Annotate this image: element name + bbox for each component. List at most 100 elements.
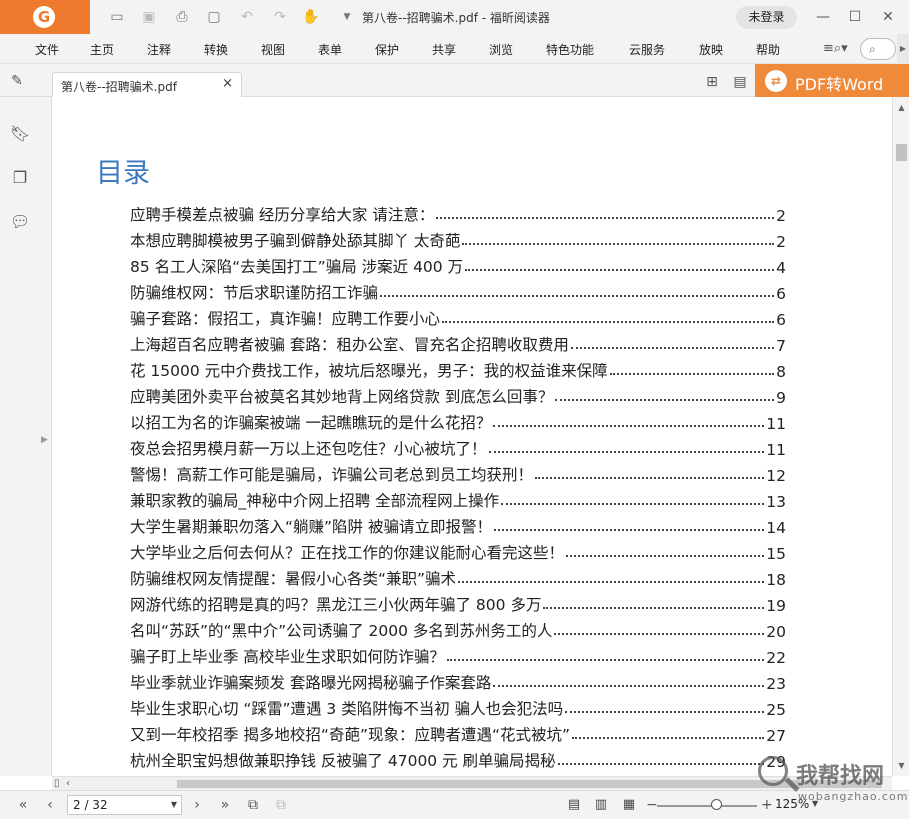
toc-entry[interactable]: 应聘手模差点被骗 经历分享给大家 请注意： 2: [130, 199, 786, 225]
menu-slideshow[interactable]: 放映: [699, 41, 723, 58]
facing-view-icon[interactable]: ▦: [620, 796, 638, 814]
toc-entry[interactable]: 本想应聘脚模被男子骗到僻静处舔其脚丫 太奇葩 2: [130, 225, 786, 251]
toc-entry[interactable]: 花 15000 元中介费找工作，被坑后怒曝光，男子：我的权益谁来保障 8: [130, 355, 786, 381]
redo-icon[interactable]: ↷: [271, 8, 289, 26]
continuous-view-icon[interactable]: ▥: [592, 796, 610, 814]
zoom-slider-handle[interactable]: [711, 799, 722, 810]
toc-entry[interactable]: 大学毕业之后何去何从？正在找工作的你建议能耐心看完这些！ 15: [130, 537, 786, 563]
hand-tool-icon[interactable]: ✋: [302, 8, 320, 26]
toc-entry-page: 6: [776, 311, 786, 329]
search-input[interactable]: ⌕: [860, 38, 896, 60]
toc-entry[interactable]: 骗子盯上毕业季 高校毕业生求职如何防诈骗？ 22: [130, 641, 786, 667]
toc-entry[interactable]: 以招工为名的诈骗案被端 一起瞧瞧玩的是什么花招？ 11: [130, 407, 786, 433]
menu-file[interactable]: 文件: [35, 41, 59, 58]
previous-page-icon[interactable]: ‹: [41, 796, 59, 814]
toc-leader-dots: [493, 425, 765, 427]
pages-icon[interactable]: ❐: [10, 167, 30, 189]
toc-entry[interactable]: 网游代练的招聘是真的吗？黑龙江三小伙两年骗了 800 多万 19: [130, 589, 786, 615]
menu-features[interactable]: 特色功能: [546, 41, 594, 58]
close-window-icon[interactable]: ✕: [877, 6, 899, 28]
toc-entry-page: 6: [776, 285, 786, 303]
toc-leader-dots: [555, 399, 775, 401]
toc-entry[interactable]: 名叫“苏跃”的“黑中介”公司诱骗了 2000 多名到苏州务工的人 20: [130, 615, 786, 641]
horizontal-scrollbar[interactable]: ▯ ‹: [52, 776, 892, 790]
comments-icon[interactable]: 💬︎: [10, 211, 30, 233]
menu-help[interactable]: 帮助: [756, 41, 780, 58]
toc-leader-dots: [442, 321, 775, 323]
page-number-field[interactable]: 2 / 32 ▼: [67, 795, 182, 815]
bookmark-icon[interactable]: 🔖︎: [10, 123, 30, 145]
ribbon-scroll-right-icon[interactable]: ▶: [897, 34, 909, 64]
zoom-value[interactable]: 125%: [775, 797, 809, 811]
toc-entry[interactable]: 防骗维权网：节后求职谨防招工诈骗 6: [130, 277, 786, 303]
maximize-icon[interactable]: ☐: [844, 6, 866, 28]
last-page-icon[interactable]: »: [216, 796, 234, 814]
scroll-left-arrow-icon[interactable]: ‹: [66, 777, 70, 790]
zoom-dropdown-icon[interactable]: ▼: [812, 799, 818, 808]
search-options-icon[interactable]: ≡⌕▾: [823, 38, 848, 60]
tab-close-icon[interactable]: ×: [222, 76, 233, 91]
convert-icon: ⇄: [765, 70, 787, 92]
menu-protect[interactable]: 保护: [375, 41, 399, 58]
sidebar-expand-icon[interactable]: ▶: [41, 435, 48, 445]
scroll-left-icon[interactable]: ▯: [54, 777, 60, 790]
vertical-scrollbar[interactable]: ▲ ▼: [892, 97, 909, 776]
previous-view-icon[interactable]: ⧉: [244, 796, 262, 814]
pdf-to-word-button[interactable]: ⇄ PDF转Word: [755, 64, 909, 97]
save-icon[interactable]: ▣: [140, 8, 158, 26]
menu-share[interactable]: 共享: [432, 41, 456, 58]
single-page-view-icon[interactable]: ▤: [565, 796, 583, 814]
zoom-in-icon[interactable]: +: [761, 796, 773, 814]
toc-entry[interactable]: 夜总会招男模月薪一万以上还包吃住？小心被坑了！ 11: [130, 433, 786, 459]
print-icon[interactable]: ⎙: [173, 8, 191, 26]
menu-cloud[interactable]: 云服务: [629, 41, 665, 58]
menu-view[interactable]: 视图: [261, 41, 285, 58]
toc-leader-dots: [462, 243, 775, 245]
toc-entry[interactable]: 杭州全职宝妈想做兼职挣钱 反被骗了 47000 元 刷单骗局揭秘 29: [130, 745, 786, 771]
toc-entry[interactable]: 兼职家教的骗局_神秘中介网上招聘 全部流程网上操作 13: [130, 485, 786, 511]
next-page-icon[interactable]: ›: [188, 796, 206, 814]
zoom-out-icon[interactable]: −: [646, 796, 658, 814]
toc-entry[interactable]: 上海超百名应聘者被骗 套路：租办公室、冒充名企招聘收取费用 7: [130, 329, 786, 355]
toc-entry[interactable]: 防骗维权网友情提醒：暑假小心各类“兼职”骗术 18: [130, 563, 786, 589]
page-dropdown-icon[interactable]: ▼: [171, 796, 177, 814]
open-folder-icon[interactable]: ▭: [108, 8, 126, 26]
toc-leader-dots: [554, 633, 765, 635]
grid-view-icon[interactable]: ⊞: [703, 73, 721, 91]
minimize-icon[interactable]: —: [812, 6, 834, 28]
toc-entry[interactable]: 毕业生求职心切 “踩雷”遭遇 3 类陷阱悔不当初 骗人也会犯法吗 25: [130, 693, 786, 719]
reading-mode-icon[interactable]: ▤: [731, 73, 749, 91]
document-view[interactable]: 目录 应聘手模差点被骗 经历分享给大家 请注意： 2 本想应聘脚模被男子骗到僻静处舔…: [52, 97, 892, 776]
app-logo[interactable]: G: [0, 0, 90, 34]
customize-dropdown-icon[interactable]: ▼: [338, 8, 356, 26]
toc-entry-title: 大学毕业之后何去何从？正在找工作的你建议能耐心看完这些！: [130, 544, 565, 562]
toc-leader-dots: [557, 763, 765, 765]
toc-entry[interactable]: 毕业季就业诈骗案频发 套路曝光网揭秘骗子作案套路 23: [130, 667, 786, 693]
menu-convert[interactable]: 转换: [204, 41, 228, 58]
toc-entry-page: 2: [776, 233, 786, 251]
menu-form[interactable]: 表单: [318, 41, 342, 58]
toc-entry[interactable]: 骗子套路：假招工，真诈骗！应聘工作要小心 6: [130, 303, 786, 329]
toc-entry-title: 应聘手模差点被骗 经历分享给大家 请注意：: [130, 206, 435, 224]
toc-entry[interactable]: 应聘美团外卖平台被莫名其妙地背上网络贷款 到底怎么回事？ 9: [130, 381, 786, 407]
menu-browse[interactable]: 浏览: [489, 41, 513, 58]
zoom-slider[interactable]: [657, 805, 757, 807]
toc-entry[interactable]: 85 名工人深陷“去美国打工”骗局 涉案近 400 万 4: [130, 251, 786, 277]
next-view-icon[interactable]: ⧉: [272, 796, 290, 814]
toc-entry[interactable]: 又到一年校招季 揭多地校招“奇葩”现象：应聘者遭遇“花式被坑” 27: [130, 719, 786, 745]
menu-comment[interactable]: 注释: [147, 41, 171, 58]
first-page-icon[interactable]: «: [14, 796, 32, 814]
undo-icon[interactable]: ↶: [238, 8, 256, 26]
scroll-up-icon[interactable]: ▲: [893, 103, 909, 112]
toc-entry[interactable]: 警惕！高薪工作可能是骗局，诈骗公司老总到员工均获刑！ 12: [130, 459, 786, 485]
vertical-scroll-thumb[interactable]: [896, 144, 907, 161]
edit-pen-icon[interactable]: ✎: [8, 72, 26, 90]
login-button[interactable]: 未登录: [736, 6, 797, 29]
document-tab[interactable]: 第八卷--招聘骗术.pdf ×: [52, 72, 242, 97]
new-file-icon[interactable]: ▢: [205, 8, 223, 26]
horizontal-scroll-thumb[interactable]: [177, 780, 882, 788]
toc-entry[interactable]: 大学生暑期兼职勿落入“躺赚”陷阱 被骗请立即报警！ 14: [130, 511, 786, 537]
menu-home[interactable]: 主页: [90, 41, 114, 58]
toc-entry-title: 本想应聘脚模被男子骗到僻静处舔其脚丫 太奇葩: [130, 232, 461, 250]
scroll-down-icon[interactable]: ▼: [893, 761, 909, 770]
